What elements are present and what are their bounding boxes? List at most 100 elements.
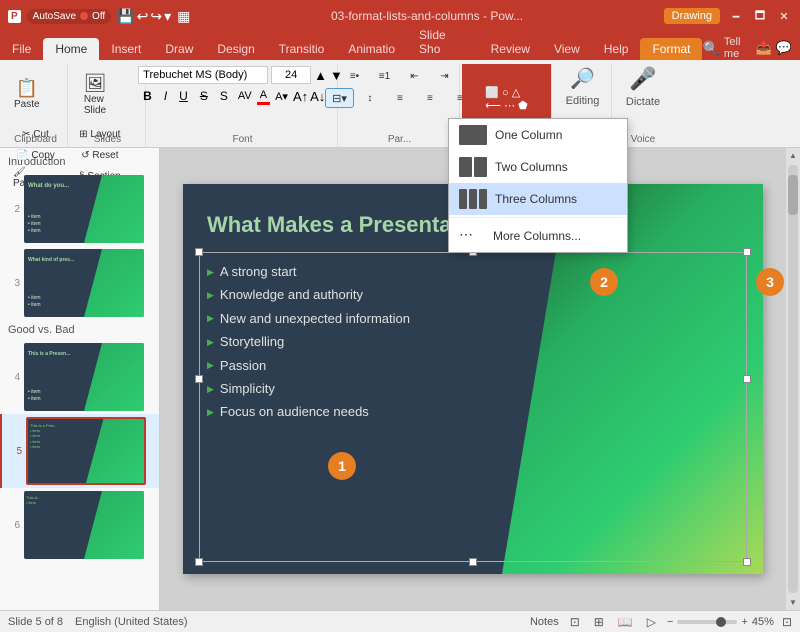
- list-item-4: Storytelling: [207, 330, 410, 353]
- bold-button[interactable]: B: [138, 87, 157, 105]
- column-option-one[interactable]: One Column: [449, 119, 627, 151]
- list-item-1: A strong start: [207, 260, 410, 283]
- handle-bl[interactable]: [195, 558, 203, 566]
- font-name-input[interactable]: [138, 66, 268, 84]
- two-column-label: Two Columns: [495, 160, 568, 174]
- highlight-button[interactable]: A▾: [272, 89, 291, 104]
- handle-br[interactable]: [743, 558, 751, 566]
- tab-help[interactable]: Help: [592, 38, 641, 60]
- comments-icon[interactable]: 💬: [776, 40, 792, 56]
- font-size-increase-btn[interactable]: A↑: [293, 89, 308, 104]
- scroll-thumb[interactable]: [788, 175, 798, 215]
- undo-redo-group[interactable]: 💾 ↩ ↪ ▾: [117, 8, 171, 25]
- slide-thumb-2[interactable]: 2 What do you... • item• item• item: [0, 172, 159, 246]
- tab-draw[interactable]: Draw: [153, 38, 205, 60]
- numbering-button[interactable]: ≡1: [371, 66, 399, 86]
- zoom-in-button[interactable]: +: [741, 616, 747, 628]
- increase-indent-button[interactable]: ⇥: [431, 66, 459, 86]
- tab-format[interactable]: Format: [640, 38, 702, 60]
- handle-ml[interactable]: [195, 375, 203, 383]
- slide-thumb-5[interactable]: 5 This is a Pres...• item• item• item• i…: [0, 414, 159, 488]
- font-group: ▲ ▼ B I U S S AV A A▾ A↑ A↓ ✕A Font: [148, 64, 338, 147]
- zoom-slider[interactable]: [677, 620, 737, 624]
- zoom-control: − + 45%: [667, 616, 774, 628]
- notes-button[interactable]: Notes: [530, 616, 559, 628]
- autosave-toggle[interactable]: AutoSave Off: [27, 9, 112, 24]
- dropdown-icon[interactable]: ▾: [164, 8, 171, 25]
- tab-animations[interactable]: Animatio: [336, 38, 407, 60]
- column-option-two[interactable]: Two Columns: [449, 151, 627, 183]
- handle-tl[interactable]: [195, 248, 203, 256]
- paste-button[interactable]: 📋 Paste: [10, 66, 44, 122]
- normal-view-icon[interactable]: ⊡: [567, 614, 583, 630]
- shadow-button[interactable]: S: [215, 87, 233, 105]
- decrease-indent-button[interactable]: ⇤: [401, 66, 429, 86]
- underline-button[interactable]: U: [174, 87, 193, 105]
- slide-sorter-icon[interactable]: ⊞: [591, 614, 607, 630]
- one-column-icon: [459, 125, 487, 145]
- scroll-down-arrow[interactable]: ▼: [786, 595, 800, 610]
- tab-insert[interactable]: Insert: [99, 38, 153, 60]
- search-icon[interactable]: 🔍: [702, 40, 719, 57]
- list-item-3: New and unexpected information: [207, 307, 410, 330]
- shapes-area[interactable]: ⬜ ○ △⟵ ⋯ ⬟: [481, 84, 531, 114]
- new-slide-label: NewSlide: [84, 94, 106, 116]
- more-columns-option[interactable]: ⋯ More Columns...: [449, 220, 627, 252]
- handle-mr[interactable]: [743, 375, 751, 383]
- tab-file[interactable]: File: [0, 38, 43, 60]
- minimize-button[interactable]: 🗕: [728, 8, 744, 24]
- slide-thumb-6[interactable]: 6 This is...• item: [0, 488, 159, 562]
- tab-design[interactable]: Design: [205, 38, 266, 60]
- columns-button[interactable]: ⊟▾: [325, 88, 354, 108]
- char-spacing-icon[interactable]: AV: [235, 89, 255, 103]
- scroll-track[interactable]: [788, 165, 798, 593]
- strikethrough-button[interactable]: S: [195, 87, 213, 105]
- ribbon-tabs: File Home Insert Draw Design Transitio A…: [0, 32, 800, 60]
- tab-home[interactable]: Home: [43, 38, 99, 60]
- maximize-button[interactable]: 🗖: [752, 8, 768, 24]
- align-left-button[interactable]: ≡: [386, 88, 414, 108]
- redo-icon[interactable]: ↪: [150, 8, 162, 25]
- font-size-decrease-btn[interactable]: A↓: [310, 89, 325, 104]
- handle-bm[interactable]: [469, 558, 477, 566]
- tell-me-label[interactable]: Tell me: [724, 36, 752, 60]
- tab-transitions[interactable]: Transitio: [267, 38, 337, 60]
- font-color-button[interactable]: A: [257, 88, 270, 105]
- preview-green-5: [86, 419, 144, 483]
- preview-text-6: This is...• item: [26, 495, 41, 505]
- slide-thumb-4[interactable]: 4 This is a Presen... • item• item: [0, 340, 159, 414]
- align-center-button[interactable]: ≡: [416, 88, 444, 108]
- bullets-button[interactable]: ≡•: [341, 66, 369, 86]
- tab-review[interactable]: Review: [479, 38, 542, 60]
- copy-button[interactable]: 📄 Copy: [10, 145, 61, 165]
- presentation-mode-icon[interactable]: ▦: [177, 8, 190, 25]
- dictate-icon[interactable]: 🎤: [629, 66, 656, 92]
- step-badge-2: 2: [590, 268, 618, 296]
- undo-icon[interactable]: ↩: [137, 8, 149, 25]
- zoom-out-button[interactable]: −: [667, 616, 673, 628]
- more-columns-label: More Columns...: [493, 229, 581, 243]
- font-size-input[interactable]: [271, 66, 311, 84]
- preview-green-6: [84, 491, 144, 559]
- new-slide-button[interactable]: 🖼 NewSlide: [76, 66, 114, 122]
- column-menu-divider: [449, 217, 627, 218]
- fit-window-button[interactable]: ⊡: [782, 615, 792, 629]
- share-icon[interactable]: 📤: [756, 40, 772, 56]
- scroll-up-arrow[interactable]: ▲: [786, 148, 800, 163]
- close-button[interactable]: ✕: [776, 8, 792, 24]
- handle-tr[interactable]: [743, 248, 751, 256]
- line-spacing-button[interactable]: ↕: [356, 88, 384, 108]
- ribbon-tab-drawing[interactable]: Drawing: [664, 8, 720, 24]
- tab-slideshow[interactable]: Slide Sho: [407, 24, 479, 60]
- reset-button[interactable]: ↺ Reset: [76, 145, 124, 165]
- save-icon[interactable]: 💾: [117, 8, 134, 25]
- slideshow-view-icon[interactable]: ▷: [644, 614, 659, 630]
- reading-view-icon[interactable]: 📖: [615, 614, 636, 630]
- slide-thumb-3[interactable]: 3 What kind of pres... • item• item: [0, 246, 159, 320]
- zoom-thumb[interactable]: [716, 617, 726, 627]
- tab-view[interactable]: View: [542, 38, 592, 60]
- italic-button[interactable]: I: [159, 87, 172, 105]
- paragraph-label: Par...: [340, 134, 459, 145]
- col-bar-3a: [459, 189, 467, 209]
- column-option-three[interactable]: Three Columns: [449, 183, 627, 215]
